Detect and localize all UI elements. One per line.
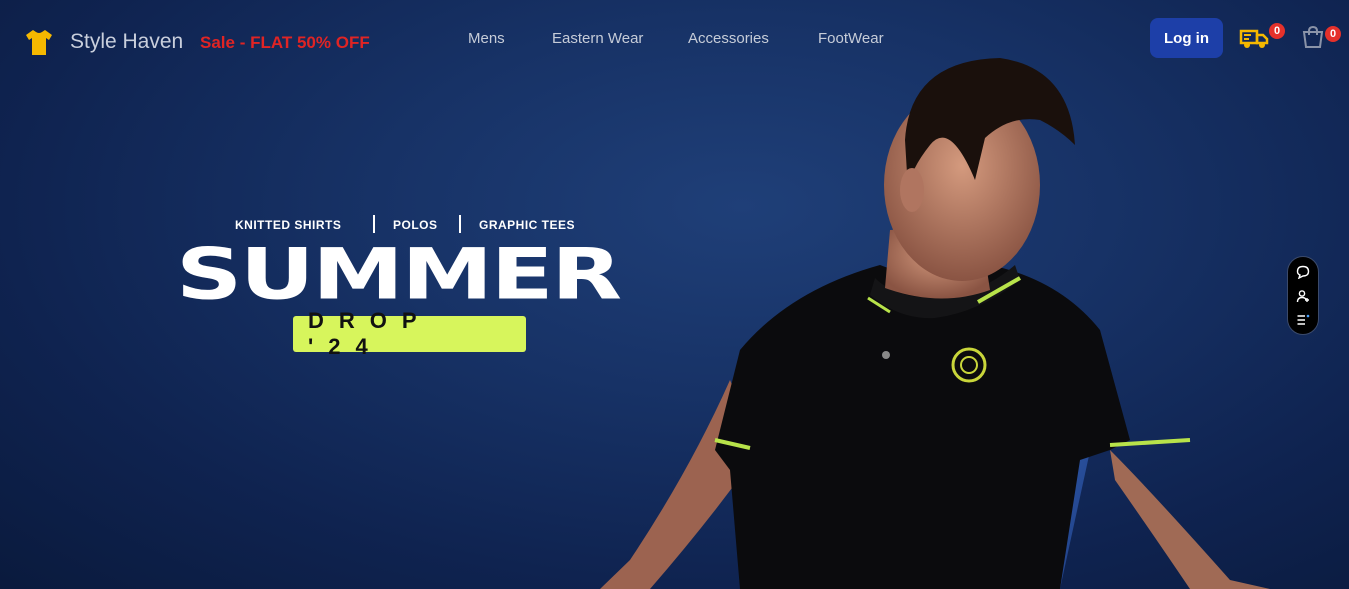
cart-count-badge: 0 [1325, 26, 1341, 42]
nav-eastern-wear[interactable]: Eastern Wear [552, 30, 643, 47]
chat-icon[interactable] [1296, 265, 1310, 279]
login-button[interactable]: Log in [1150, 18, 1223, 58]
site-header: Style Haven Sale - FLAT 50% OFF Mens Eas… [0, 0, 1349, 76]
brand-name[interactable]: Style Haven [70, 30, 183, 54]
hero-headline: SUMMER [176, 234, 622, 316]
user-add-icon[interactable] [1296, 289, 1310, 303]
orders-count-badge: 0 [1269, 23, 1285, 39]
shopping-cart-icon[interactable] [1301, 26, 1327, 50]
sale-banner: Sale - FLAT 50% OFF [200, 33, 370, 52]
delivery-truck-icon[interactable] [1239, 26, 1269, 50]
tag-polos[interactable]: POLOS [393, 218, 438, 232]
tag-divider [373, 215, 375, 233]
nav-footwear[interactable]: FootWear [818, 30, 884, 47]
tag-graphic-tees[interactable]: GRAPHIC TEES [479, 218, 575, 232]
hero-subheadline: DROP '24 [293, 308, 526, 359]
list-icon[interactable] [1296, 313, 1310, 327]
nav-mens[interactable]: Mens [468, 30, 505, 47]
nav-accessories[interactable]: Accessories [688, 30, 769, 47]
tshirt-icon[interactable] [25, 28, 53, 56]
floating-toolbar [1287, 256, 1319, 335]
tag-knitted-shirts[interactable]: KNITTED SHIRTS [235, 218, 341, 232]
model-image [600, 58, 1270, 589]
hero-banner: Style Haven Sale - FLAT 50% OFF Mens Eas… [0, 0, 1349, 589]
tag-divider [459, 215, 461, 233]
